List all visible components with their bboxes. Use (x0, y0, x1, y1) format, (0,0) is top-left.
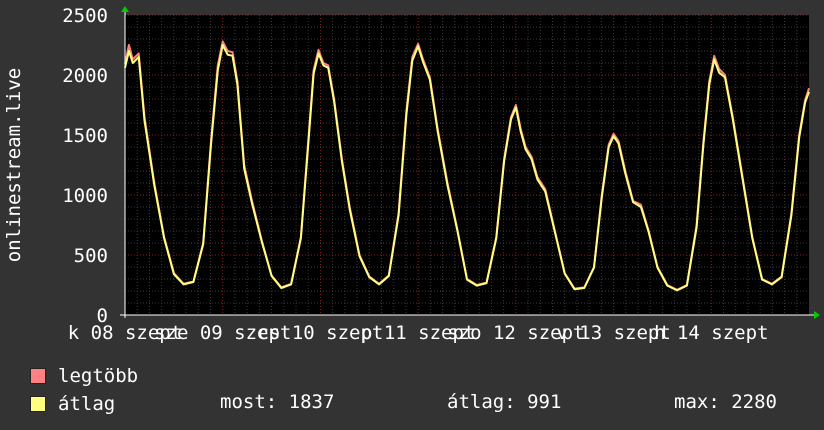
legend-label: legtöbb (58, 365, 139, 387)
x-tick-labels: k 08 szeptsze 09 szeptcs 10 szeptp 11 sz… (68, 322, 769, 344)
legend-item-atlag: átlag (30, 394, 115, 414)
y-axis-label: onlinestream.live (3, 68, 25, 262)
y-tick-label: 2500 (62, 5, 108, 27)
y-axis-arrow (121, 6, 129, 12)
legend-swatch (30, 396, 46, 412)
x-axis-arrow (814, 311, 820, 319)
legend-swatch (30, 368, 46, 384)
y-tick-label: 1500 (62, 125, 108, 147)
y-tick-label: 500 (74, 245, 108, 267)
y-tick-labels: 05001000150020002500 (62, 5, 108, 327)
stat-max: max: 2280 (674, 391, 777, 413)
stat-average: átlag: 991 (447, 391, 562, 413)
legend-label: átlag (58, 393, 116, 415)
y-tick-label: 2000 (62, 65, 108, 87)
y-tick-label: 1000 (62, 185, 108, 207)
chart: 05001000150020002500 k 08 szeptsze 09 sz… (3, 5, 820, 344)
legend-item-legtobb: legtöbb (30, 366, 138, 386)
x-tick-label: h 14 szept (654, 322, 768, 344)
stat-current: most: 1837 (220, 391, 335, 413)
